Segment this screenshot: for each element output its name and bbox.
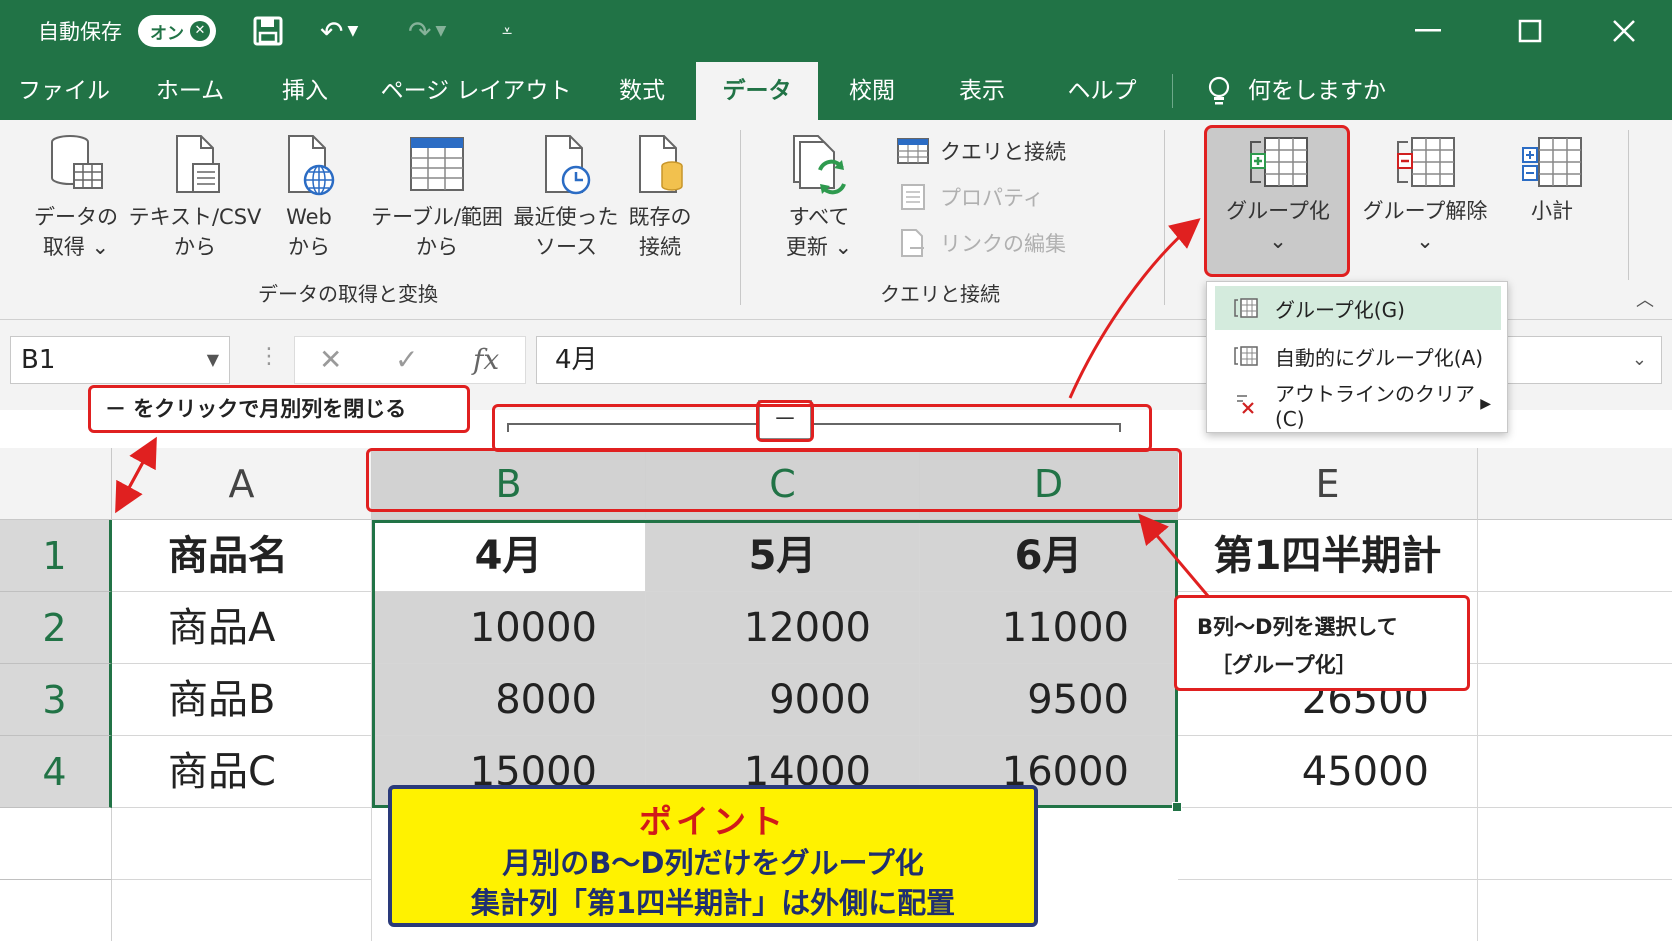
point-line-1: 月別のB～D列だけをグループ化 [502,846,924,880]
point-title: ポイント [639,802,787,841]
point-line-2: 集計列「第1四半期計」は外側に配置 [470,886,956,920]
point-summary-box: ポイント 月別のB～D列だけをグループ化 集計列「第1四半期計」は外側に配置 [388,785,1038,927]
